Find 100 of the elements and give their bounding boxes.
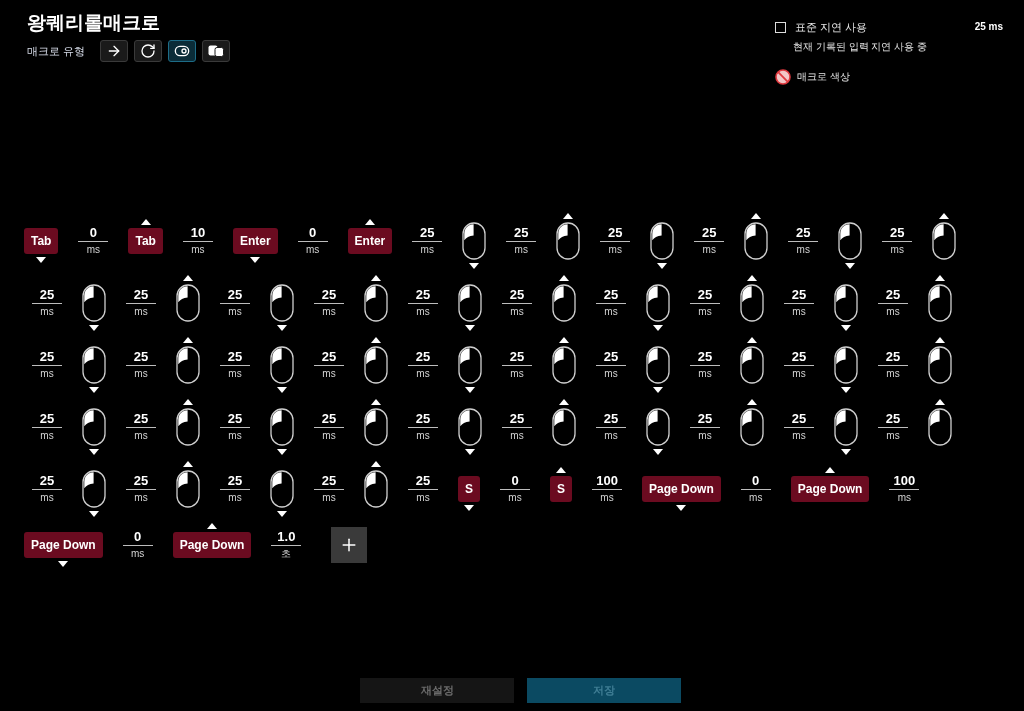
prohibited-icon [775, 69, 791, 85]
mouse-icon [838, 222, 863, 260]
key-button[interactable]: Page Down [24, 532, 103, 558]
mouse-icon [364, 346, 388, 384]
delay-unit: ms [40, 305, 54, 319]
delay-value: 25 [509, 411, 525, 427]
mouse-icon [646, 346, 670, 384]
delay-value: 25 [39, 349, 55, 365]
delay-unit: ms [228, 491, 242, 505]
delay-value: 25 [603, 411, 619, 427]
delay-value: 25 [603, 349, 619, 365]
mouse-icon [556, 222, 581, 260]
key-button[interactable]: S [550, 476, 573, 502]
delay-unit: 초 [281, 547, 292, 561]
delay-unit: ms [510, 367, 524, 381]
mouse-icon [176, 346, 200, 384]
delay-value: 25 [791, 287, 807, 303]
mouse-icon [740, 408, 764, 446]
delay-value: 25 [133, 349, 149, 365]
key-button[interactable]: Page Down [790, 476, 870, 502]
delay-unit: ms [792, 429, 806, 443]
circular-arrow-icon [140, 43, 156, 59]
delay-unit: ms [698, 367, 712, 381]
delay-unit: ms [514, 243, 528, 257]
mouse-icon [650, 222, 675, 260]
key-button[interactable]: Page Down [172, 532, 252, 558]
delay-unit: ms [322, 429, 336, 443]
delay-value: 25 [603, 287, 619, 303]
delay-value: 25 [702, 225, 717, 241]
mouse-icon [928, 284, 952, 322]
delay-unit: ms [890, 243, 904, 257]
delay-unit: ms [134, 429, 148, 443]
delay-unit: ms [322, 367, 336, 381]
delay-value: 100 [893, 473, 916, 489]
mouse-icon [928, 346, 952, 384]
mouse-icon [270, 284, 294, 322]
delay-unit: ms [702, 243, 716, 257]
delay-unit: ms [886, 429, 900, 443]
mouse-icon [364, 284, 388, 322]
mouse-icon [458, 346, 482, 384]
mouse-icon [932, 222, 957, 260]
delay-value: 25 [133, 473, 149, 489]
mouse-icon [462, 222, 487, 260]
key-button[interactable]: Tab [128, 228, 163, 254]
delay-unit: ms [134, 367, 148, 381]
delay-unit: ms [322, 491, 336, 505]
mouse-icon [82, 470, 106, 508]
delay-unit: ms [510, 429, 524, 443]
delay-value: 25 [415, 349, 431, 365]
delay-unit: ms [600, 491, 614, 505]
mouse-icon [740, 284, 764, 322]
delay-unit: ms [886, 305, 900, 319]
delay-unit: ms [897, 491, 912, 505]
macro-type-button[interactable] [100, 40, 128, 62]
standard-delay-label: 표준 지연 사용 [795, 20, 868, 34]
delay-unit: ms [698, 305, 712, 319]
delay-value: 100 [596, 473, 618, 489]
mouse-icon [646, 284, 670, 322]
mouse-icon [82, 408, 106, 446]
toggle-icon [174, 43, 190, 59]
key-button[interactable]: Enter [232, 228, 278, 254]
delay-value: 25 [415, 411, 431, 427]
key-button[interactable]: S [458, 476, 480, 502]
delay-unit: ms [792, 367, 806, 381]
delay-unit: ms [792, 305, 806, 319]
delay-value: 0 [511, 473, 519, 489]
mouse-icon [364, 470, 388, 508]
delay-value: 25 [133, 411, 149, 427]
delay-unit: ms [416, 305, 430, 319]
key-button[interactable]: Enter [347, 228, 393, 254]
mouse-icon [82, 284, 106, 322]
delay-value: 25 [415, 473, 431, 489]
delay-value: 25 [791, 411, 807, 427]
delay-unit: ms [416, 429, 430, 443]
mouse-icon [176, 470, 200, 508]
key-button[interactable]: Tab [24, 228, 59, 254]
delay-value: 25 [890, 225, 905, 241]
mouse-icon [364, 408, 388, 446]
delay-unit: ms [228, 367, 242, 381]
mouse-icon [176, 408, 200, 446]
right-arrow-icon [106, 43, 122, 59]
macro-type-button[interactable] [134, 40, 162, 62]
mouse-icon [82, 346, 106, 384]
add-button[interactable] [331, 527, 368, 563]
mouse-icon [928, 408, 952, 446]
delay-value: 25 [514, 225, 529, 241]
delay-unit: ms [608, 243, 622, 257]
checkbox[interactable] [775, 21, 786, 33]
delay-value: 25 [321, 349, 337, 365]
delay-value: 25 [133, 287, 149, 303]
key-button[interactable]: Page Down [642, 476, 721, 502]
macro-type-button[interactable] [168, 40, 196, 62]
delay-value: 25 [227, 411, 243, 427]
mouse-icon [834, 284, 858, 322]
delay-unit: ms [305, 243, 320, 257]
macro-type-button[interactable] [202, 40, 230, 62]
delay-unit: ms [886, 367, 900, 381]
delay-value: 25 [321, 287, 337, 303]
delay-value: 25 [697, 411, 713, 427]
delay-value: 25 [697, 287, 713, 303]
